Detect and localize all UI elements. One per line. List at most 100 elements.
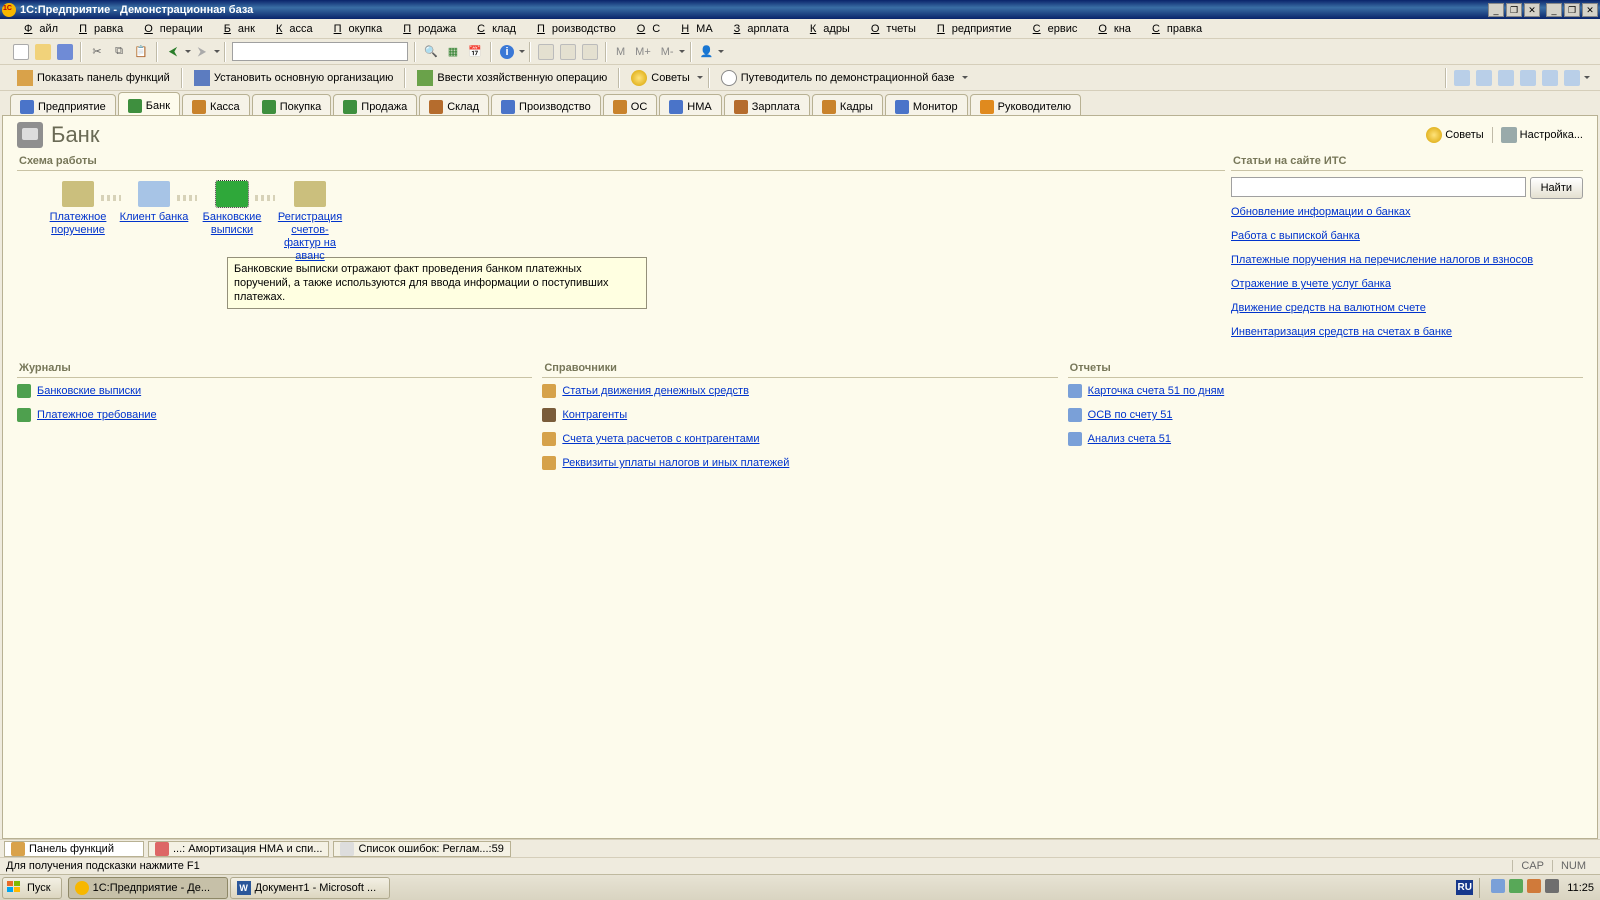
calc-button[interactable]: ▦ <box>442 41 464 63</box>
open-button[interactable] <box>32 41 54 63</box>
menu-отчеты[interactable]: Отчеты <box>857 21 923 36</box>
restore-button[interactable]: ❐ <box>1506 3 1522 17</box>
ra1-button[interactable] <box>1451 67 1473 89</box>
menu-предприятие[interactable]: Предприятие <box>923 21 1019 36</box>
find-button[interactable]: 🔍 <box>420 41 442 63</box>
menu-правка[interactable]: Правка <box>65 21 130 36</box>
its-link-3[interactable]: Отражение в учете услуг банка <box>1231 277 1583 291</box>
ref-link-3[interactable]: Реквизиты уплаты налогов и иных платежей <box>562 457 789 469</box>
menu-справка[interactable]: Справка <box>1138 21 1209 36</box>
tray-icon-3[interactable] <box>1527 879 1541 896</box>
its-link-4[interactable]: Движение средств на валютном счете <box>1231 301 1583 315</box>
window-tab-2[interactable]: Список ошибок: Реглам...:59 <box>333 841 510 857</box>
task-0[interactable]: 1С:Предприятие - Де... <box>68 877 228 899</box>
inner-close-button[interactable]: ✕ <box>1524 3 1540 17</box>
minimize-button[interactable]: _ <box>1488 3 1504 17</box>
report-link-1[interactable]: ОСВ по счету 51 <box>1088 409 1173 421</box>
forward-button[interactable]: ⮞ <box>191 41 213 63</box>
menu-зарплата[interactable]: Зарплата <box>720 21 796 36</box>
show-panel-button[interactable]: Показать панель функций <box>10 67 177 89</box>
user-button[interactable]: 👤 <box>696 41 718 63</box>
t1-button[interactable] <box>535 41 557 63</box>
memory-mplus[interactable]: M+ <box>630 41 656 63</box>
memory-mminus[interactable]: M- <box>656 41 679 63</box>
report-link-0[interactable]: Карточка счета 51 по дням <box>1088 385 1225 397</box>
menu-сервис[interactable]: Сервис <box>1019 21 1085 36</box>
ref-link-2[interactable]: Счета учета расчетов с контрагентами <box>562 433 759 445</box>
its-link-2[interactable]: Платежные поручения на перечисление нало… <box>1231 253 1583 267</box>
window-tab-0[interactable]: Панель функций <box>4 841 144 857</box>
menu-банк[interactable]: Банк <box>210 21 262 36</box>
clock[interactable]: 11:25 <box>1567 882 1594 894</box>
scheme-node-0[interactable]: Платежное поручение <box>41 181 115 237</box>
enter-op-button[interactable]: Ввести хозяйственную операцию <box>410 67 614 89</box>
page-tips-button[interactable]: Советы <box>1426 127 1483 143</box>
tab-ос[interactable]: ОС <box>603 94 658 115</box>
tab-продажа[interactable]: Продажа <box>333 94 417 115</box>
forward-dropdown[interactable] <box>213 41 220 63</box>
tab-кадры[interactable]: Кадры <box>812 94 883 115</box>
menu-касса[interactable]: Касса <box>262 21 320 36</box>
report-link-2[interactable]: Анализ счета 51 <box>1088 433 1171 445</box>
its-link-1[interactable]: Работа с выпиской банка <box>1231 229 1583 243</box>
menu-нма[interactable]: НМА <box>667 21 719 36</box>
tab-касса[interactable]: Касса <box>182 94 250 115</box>
ra4-button[interactable] <box>1517 67 1539 89</box>
ra-dropdown[interactable] <box>1583 67 1590 89</box>
its-link-0[interactable]: Обновление информации о банках <box>1231 205 1583 219</box>
its-search-input[interactable] <box>1231 177 1526 197</box>
new-button[interactable] <box>10 41 32 63</box>
outer-restore-button[interactable]: ❐ <box>1564 3 1580 17</box>
ra3-button[interactable] <box>1495 67 1517 89</box>
save-button[interactable] <box>54 41 76 63</box>
tab-банк[interactable]: Банк <box>118 92 180 115</box>
back-dropdown[interactable] <box>184 41 191 63</box>
guide-dropdown[interactable] <box>962 67 969 89</box>
menu-склад[interactable]: Склад <box>463 21 523 36</box>
t3-button[interactable] <box>579 41 601 63</box>
calendar-button[interactable]: 📅 <box>464 41 486 63</box>
menu-продажа[interactable]: Продажа <box>389 21 463 36</box>
help-dropdown[interactable] <box>518 41 525 63</box>
menu-окна[interactable]: Окна <box>1084 21 1138 36</box>
its-find-button[interactable]: Найти <box>1530 177 1583 199</box>
user-dropdown[interactable] <box>718 41 725 63</box>
help-button[interactable]: i <box>496 41 518 63</box>
lang-indicator[interactable]: RU <box>1456 880 1473 895</box>
start-button[interactable]: Пуск <box>2 877 62 899</box>
tab-покупка[interactable]: Покупка <box>252 94 332 115</box>
memory-m[interactable]: M <box>611 41 630 63</box>
tab-руководителю[interactable]: Руководителю <box>970 94 1081 115</box>
tab-предприятие[interactable]: Предприятие <box>10 94 116 115</box>
tab-производство[interactable]: Производство <box>491 94 601 115</box>
outer-close-button[interactable]: ✕ <box>1582 3 1598 17</box>
menu-кадры[interactable]: Кадры <box>796 21 857 36</box>
menu-производство[interactable]: Производство <box>523 21 623 36</box>
tab-нма[interactable]: НМА <box>659 94 721 115</box>
ra5-button[interactable] <box>1539 67 1561 89</box>
tray-icon-4[interactable] <box>1545 879 1559 896</box>
tips-dropdown[interactable] <box>697 67 704 89</box>
page-settings-button[interactable]: Настройка... <box>1501 127 1583 143</box>
tab-зарплата[interactable]: Зарплата <box>724 94 810 115</box>
tab-склад[interactable]: Склад <box>419 94 489 115</box>
memory-dropdown[interactable] <box>679 41 686 63</box>
t2-button[interactable] <box>557 41 579 63</box>
tips-button[interactable]: Советы <box>624 67 696 89</box>
menu-покупка[interactable]: Покупка <box>320 21 390 36</box>
ra6-button[interactable] <box>1561 67 1583 89</box>
scheme-node-2[interactable]: Банковские выписки <box>195 181 269 237</box>
journal-link-0[interactable]: Банковские выписки <box>37 385 141 397</box>
guide-button[interactable]: Путеводитель по демонстрационной базе <box>714 67 962 89</box>
ref-link-0[interactable]: Статьи движения денежных средств <box>562 385 749 397</box>
outer-minimize-button[interactable]: _ <box>1546 3 1562 17</box>
scheme-node-3[interactable]: Регистрация счетов-фактур на аванс <box>273 181 347 263</box>
window-tab-1[interactable]: ...: Амортизация НМА и спи... <box>148 841 329 857</box>
back-button[interactable]: ⮜ <box>162 41 184 63</box>
copy-button[interactable]: ⧉ <box>108 41 130 63</box>
scheme-node-1[interactable]: Клиент банка <box>117 181 191 224</box>
tab-монитор[interactable]: Монитор <box>885 94 968 115</box>
task-1[interactable]: WДокумент1 - Microsoft ... <box>230 877 390 899</box>
its-link-5[interactable]: Инвентаризация средств на счетах в банке <box>1231 325 1583 339</box>
ref-link-1[interactable]: Контрагенты <box>562 409 627 421</box>
